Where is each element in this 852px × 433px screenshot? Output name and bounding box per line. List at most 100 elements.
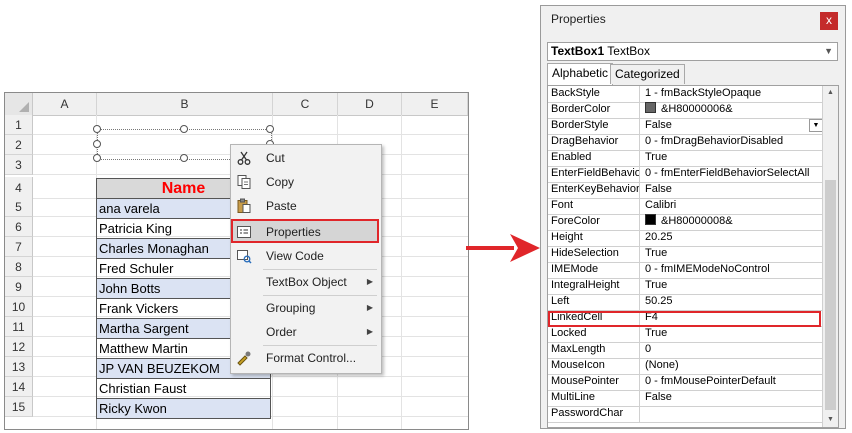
property-row[interactable]: Enabled True bbox=[548, 150, 824, 167]
column-header-c[interactable]: C bbox=[273, 93, 338, 115]
select-all-corner[interactable] bbox=[5, 93, 33, 115]
property-value[interactable]: 0 - fmEnterFieldBehaviorSelectAll bbox=[642, 166, 824, 182]
property-row[interactable]: MultiLine False bbox=[548, 390, 824, 407]
column-header-d[interactable]: D bbox=[338, 93, 402, 115]
menu-item-grouping[interactable]: Grouping ▶ bbox=[233, 297, 379, 319]
row-header[interactable]: 11 bbox=[5, 317, 33, 337]
resize-handle[interactable] bbox=[266, 125, 274, 133]
resize-handle[interactable] bbox=[93, 140, 101, 148]
property-value[interactable]: True bbox=[642, 246, 824, 262]
property-row[interactable]: PasswordChar bbox=[548, 406, 824, 423]
property-row[interactable]: Left 50.25 bbox=[548, 294, 824, 311]
property-name: Locked bbox=[548, 326, 640, 342]
property-row[interactable]: EnterKeyBehavior False bbox=[548, 182, 824, 199]
resize-handle[interactable] bbox=[93, 125, 101, 133]
object-type: TextBox bbox=[607, 44, 650, 58]
property-row[interactable]: Locked True bbox=[548, 326, 824, 343]
column-header-b[interactable]: B bbox=[97, 93, 273, 115]
chevron-down-icon: ▼ bbox=[824, 46, 833, 56]
row-header[interactable]: 10 bbox=[5, 297, 33, 317]
name-cell[interactable]: Christian Faust bbox=[96, 379, 271, 399]
property-row[interactable]: Height 20.25 bbox=[548, 230, 824, 247]
property-value[interactable]: &H80000008& bbox=[642, 214, 824, 230]
menu-item-order[interactable]: Order ▶ bbox=[233, 321, 379, 343]
row-header[interactable]: 1 bbox=[5, 115, 33, 135]
property-row[interactable]: IntegralHeight True bbox=[548, 278, 824, 295]
resize-handle[interactable] bbox=[180, 154, 188, 162]
object-name: TextBox1 bbox=[551, 44, 605, 58]
property-value[interactable]: False bbox=[642, 390, 824, 406]
close-button[interactable]: x bbox=[820, 12, 838, 30]
column-header-e[interactable]: E bbox=[402, 93, 468, 115]
property-name: BackStyle bbox=[548, 86, 640, 102]
menu-item-textbox-object[interactable]: TextBox Object ▶ bbox=[233, 271, 379, 293]
row-header[interactable]: 14 bbox=[5, 377, 33, 397]
tab-alphabetic[interactable]: Alphabetic bbox=[547, 63, 614, 85]
property-value[interactable]: &H80000006& bbox=[642, 102, 824, 118]
menu-item-copy[interactable]: Copy bbox=[233, 171, 379, 193]
property-row[interactable]: MousePointer 0 - fmMousePointerDefault bbox=[548, 374, 824, 391]
property-value[interactable]: 20.25 bbox=[642, 230, 824, 246]
property-name: MultiLine bbox=[548, 390, 640, 406]
row-header[interactable]: 13 bbox=[5, 357, 33, 377]
object-selector[interactable]: TextBox1 TextBox ▼ bbox=[547, 42, 838, 61]
row-header[interactable]: 12 bbox=[5, 337, 33, 357]
dropdown-arrow-icon[interactable]: ▼ bbox=[809, 119, 823, 132]
menu-item-label: TextBox Object bbox=[266, 275, 347, 289]
property-row[interactable]: BackStyle 1 - fmBackStyleOpaque bbox=[548, 86, 824, 103]
row-header[interactable]: 2 bbox=[5, 135, 33, 155]
property-value[interactable]: False bbox=[642, 182, 824, 198]
property-value[interactable]: False bbox=[642, 118, 824, 134]
row-header[interactable]: 4 bbox=[5, 177, 33, 199]
name-cell[interactable]: Ricky Kwon bbox=[96, 399, 271, 419]
property-name: HideSelection bbox=[548, 246, 640, 262]
property-name: MaxLength bbox=[548, 342, 640, 358]
property-name: ForeColor bbox=[548, 214, 640, 230]
property-row[interactable]: MaxLength 0 bbox=[548, 342, 824, 359]
scroll-down-icon[interactable]: ▼ bbox=[823, 413, 838, 427]
row-header[interactable]: 3 bbox=[5, 155, 33, 175]
resize-handle[interactable] bbox=[93, 154, 101, 162]
row-header[interactable]: 9 bbox=[5, 277, 33, 297]
property-value[interactable]: 50.25 bbox=[642, 294, 824, 310]
menu-item-view-code[interactable]: View Code bbox=[233, 245, 379, 267]
property-value[interactable]: True bbox=[642, 278, 824, 294]
property-value[interactable]: (None) bbox=[642, 358, 824, 374]
property-row[interactable]: EnterFieldBehavior 0 - fmEnterFieldBehavi… bbox=[548, 166, 824, 183]
row-header[interactable]: 15 bbox=[5, 397, 33, 417]
property-name: IMEMode bbox=[548, 262, 640, 278]
property-value[interactable]: 0 bbox=[642, 342, 824, 358]
resize-handle[interactable] bbox=[180, 125, 188, 133]
property-row[interactable]: IMEMode 0 - fmIMEModeNoControl bbox=[548, 262, 824, 279]
menu-item-cut[interactable]: Cut bbox=[233, 147, 379, 169]
menu-item-format-control[interactable]: Format Control... bbox=[233, 347, 379, 369]
highlight-box-properties bbox=[231, 219, 379, 243]
scroll-thumb[interactable] bbox=[825, 180, 836, 410]
property-value[interactable]: True bbox=[642, 326, 824, 342]
row-header[interactable]: 6 bbox=[5, 217, 33, 237]
property-value[interactable]: Calibri bbox=[642, 198, 824, 214]
menu-item-label: Format Control... bbox=[266, 351, 357, 365]
property-row[interactable]: MouseIcon (None) bbox=[548, 358, 824, 375]
property-row[interactable]: ForeColor &H80000008& bbox=[548, 214, 824, 231]
row-header[interactable]: 7 bbox=[5, 237, 33, 257]
property-row[interactable]: Font Calibri bbox=[548, 198, 824, 215]
row-header[interactable]: 8 bbox=[5, 257, 33, 277]
property-row[interactable]: BorderStyle False ▼ bbox=[548, 118, 824, 135]
property-value[interactable]: 0 - fmDragBehaviorDisabled bbox=[642, 134, 824, 150]
menu-item-paste[interactable]: Paste bbox=[233, 195, 379, 217]
tab-categorized[interactable]: Categorized bbox=[610, 64, 685, 84]
property-row[interactable]: BorderColor &H80000006& bbox=[548, 102, 824, 119]
vertical-scrollbar[interactable]: ▲ ▼ bbox=[822, 86, 838, 427]
property-row[interactable]: HideSelection True bbox=[548, 246, 824, 263]
property-value[interactable]: 1 - fmBackStyleOpaque bbox=[642, 86, 824, 102]
row-header[interactable]: 5 bbox=[5, 197, 33, 217]
property-row[interactable]: DragBehavior 0 - fmDragBehaviorDisabled bbox=[548, 134, 824, 151]
scroll-up-icon[interactable]: ▲ bbox=[823, 86, 838, 100]
properties-title: Properties bbox=[551, 12, 606, 26]
property-value[interactable]: 0 - fmMousePointerDefault bbox=[642, 374, 824, 390]
property-value[interactable]: 0 - fmIMEModeNoControl bbox=[642, 262, 824, 278]
column-header-a[interactable]: A bbox=[33, 93, 97, 115]
property-value[interactable]: True bbox=[642, 150, 824, 166]
property-value[interactable] bbox=[642, 406, 824, 422]
